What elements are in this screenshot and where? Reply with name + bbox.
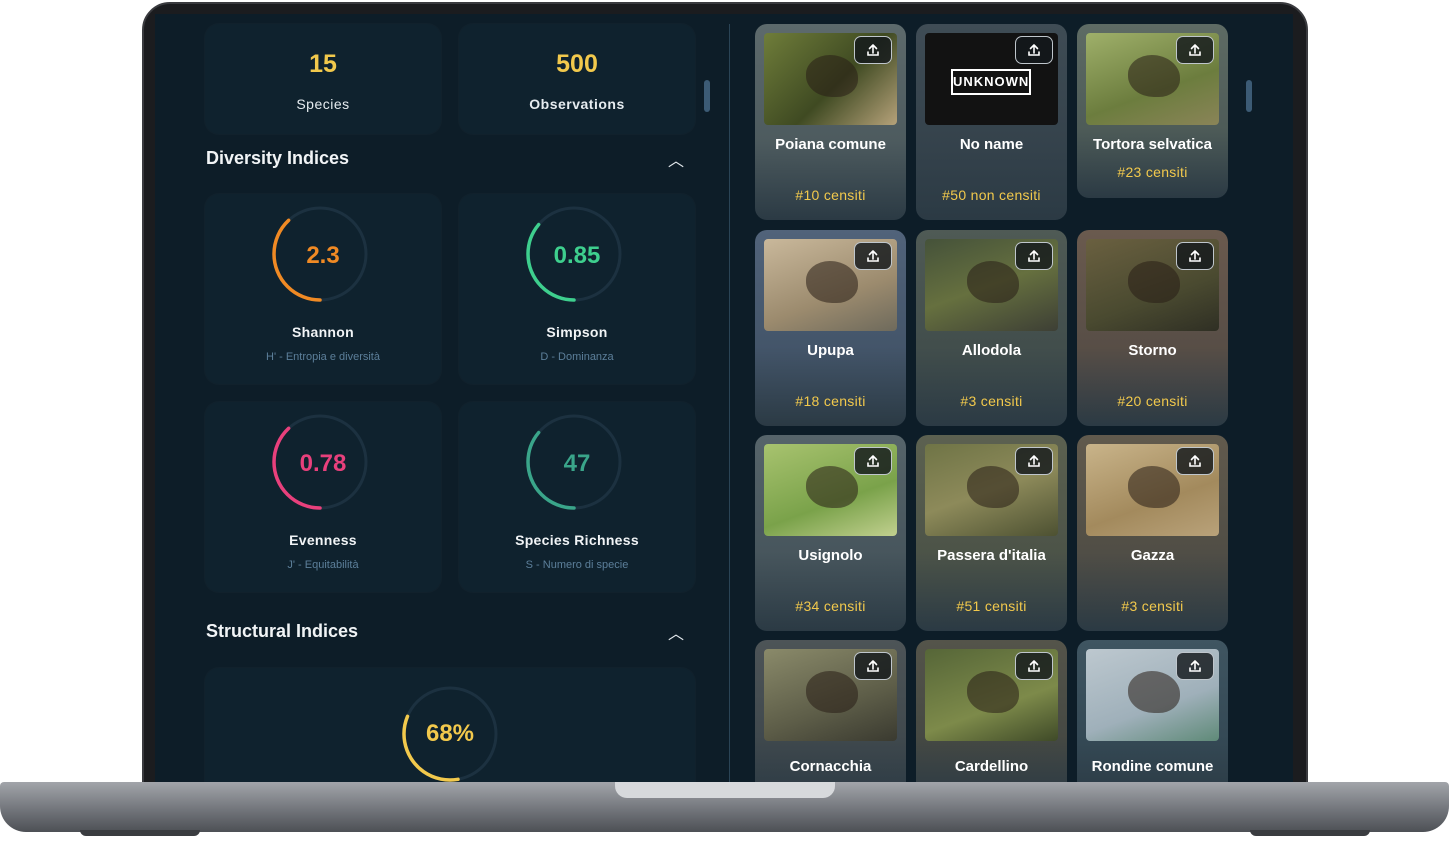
shannon-value: 2.3 (306, 242, 340, 269)
species-card[interactable]: Gazza #3 censiti (1077, 435, 1228, 631)
simpson-subtitle: D - Dominanza (540, 351, 614, 363)
species-name: Poiana comune (775, 136, 886, 153)
diversity-section-title: Diversity Indices (206, 148, 350, 168)
upload-icon[interactable] (854, 36, 892, 64)
observations-count: 500 (556, 50, 598, 78)
bird-silhouette (806, 671, 858, 713)
evenness-subtitle: J' - Equitabilità (287, 559, 359, 571)
bird-silhouette (806, 55, 858, 97)
structural-section-title: Structural Indices (206, 621, 359, 641)
bird-silhouette (967, 261, 1019, 303)
left-scrollbar[interactable] (704, 80, 710, 112)
species-card[interactable]: Poiana comune #10 censiti (755, 24, 906, 220)
species-census-count: #23 censiti (1117, 164, 1188, 180)
bird-silhouette (806, 261, 858, 303)
evenness-name: Evenness (289, 532, 357, 548)
laptop-notch (615, 782, 835, 798)
upload-icon[interactable] (1176, 36, 1214, 64)
bird-silhouette (1128, 671, 1180, 713)
species-census-count: #34 censiti (795, 598, 866, 614)
bird-silhouette (1128, 466, 1180, 508)
upload-icon[interactable] (1176, 242, 1214, 270)
species-name: Gazza (1130, 547, 1175, 564)
species-census-count: #3 censiti (960, 393, 1023, 409)
upload-icon[interactable] (854, 652, 892, 680)
index-card-richness: 47 Species Richness S - Numero di specie (459, 402, 695, 592)
species-census-count: #20 censiti (1117, 393, 1188, 409)
species-card[interactable]: Usignolo #34 censiti (755, 435, 906, 631)
species-name: Cornacchia (789, 758, 872, 775)
diversity-collapse-chevron-icon[interactable]: ︿ (668, 147, 684, 171)
index-card-shannon: 2.3 Shannon H' - Entropia e diversità (205, 194, 441, 384)
richness-subtitle: S - Numero di specie (525, 559, 629, 571)
species-census-count: #18 censiti (795, 393, 866, 409)
species-label: Species (296, 96, 350, 112)
species-card[interactable]: Tortora selvatica #23 censiti (1077, 24, 1228, 198)
species-census-count: #51 censiti (956, 598, 1027, 614)
indices-panel: 15 Species 500 Observations Diversity In… (175, 14, 695, 782)
index-card-evenness: 0.78 Evenness J' - Equitabilità (205, 402, 441, 592)
species-card[interactable]: Cornacchia (755, 640, 906, 782)
species-name: Allodola (961, 342, 1022, 359)
species-card[interactable]: Passera d'italia #51 censiti (916, 435, 1067, 631)
bird-silhouette (1128, 55, 1180, 97)
species-name: Usignolo (798, 547, 863, 564)
simpson-name: Simpson (546, 324, 608, 340)
bird-silhouette (1128, 261, 1180, 303)
species-card[interactable]: Storno #20 censiti (1077, 230, 1228, 426)
species-count: 15 (309, 50, 337, 78)
species-name: Cardellino (954, 758, 1029, 775)
species-name: Rondine comune (1091, 758, 1214, 775)
bird-silhouette (806, 466, 858, 508)
species-card[interactable]: UNKNOWN No name #50 non censiti (916, 24, 1067, 220)
upload-icon[interactable] (1176, 652, 1214, 680)
bird-silhouette (967, 671, 1019, 713)
species-card[interactable]: Cardellino (916, 640, 1067, 782)
upload-icon[interactable] (1015, 447, 1053, 475)
species-card[interactable]: Upupa #18 censiti (755, 230, 906, 426)
upload-icon[interactable] (1176, 447, 1214, 475)
structural-card: 68% (205, 668, 695, 782)
unknown-badge: UNKNOWN (951, 69, 1031, 95)
upload-icon[interactable] (1015, 36, 1053, 64)
richness-value: 47 (563, 450, 591, 477)
upload-icon[interactable] (854, 242, 892, 270)
structural-gauge-value: 68% (425, 720, 475, 747)
laptop-foot-right (1250, 830, 1370, 836)
species-name: Storno (1128, 342, 1177, 359)
upload-icon[interactable] (1015, 652, 1053, 680)
index-card-simpson: 0.85 Simpson D - Dominanza (459, 194, 695, 384)
species-name: Upupa (807, 342, 854, 359)
species-name: Passera d'italia (937, 547, 1046, 564)
species-census-count: #10 censiti (795, 187, 866, 203)
observations-label: Observations (529, 96, 625, 112)
right-scrollbar[interactable] (1246, 80, 1252, 112)
species-card[interactable]: Rondine comune (1077, 640, 1228, 782)
laptop-foot-left (80, 830, 200, 836)
observations-stat-card: 500 Observations (459, 24, 695, 134)
species-census-count: #3 censiti (1121, 598, 1184, 614)
upload-icon[interactable] (854, 447, 892, 475)
structural-collapse-chevron-icon[interactable]: ︿ (668, 620, 684, 644)
bird-silhouette (967, 466, 1019, 508)
shannon-subtitle: H' - Entropia e diversità (266, 351, 380, 363)
species-census-count: #50 non censiti (942, 187, 1041, 203)
panel-divider (729, 24, 730, 782)
species-name: No name (959, 136, 1024, 153)
species-name: Tortora selvatica (1093, 136, 1212, 153)
species-stat-card: 15 Species (205, 24, 441, 134)
shannon-name: Shannon (292, 324, 354, 340)
richness-name: Species Richness (515, 532, 639, 548)
evenness-value: 0.78 (299, 450, 347, 477)
app-screen: 15 Species 500 Observations Diversity In… (155, 14, 1293, 782)
simpson-value: 0.85 (553, 242, 601, 269)
upload-icon[interactable] (1015, 242, 1053, 270)
species-card[interactable]: Allodola #3 censiti (916, 230, 1067, 426)
